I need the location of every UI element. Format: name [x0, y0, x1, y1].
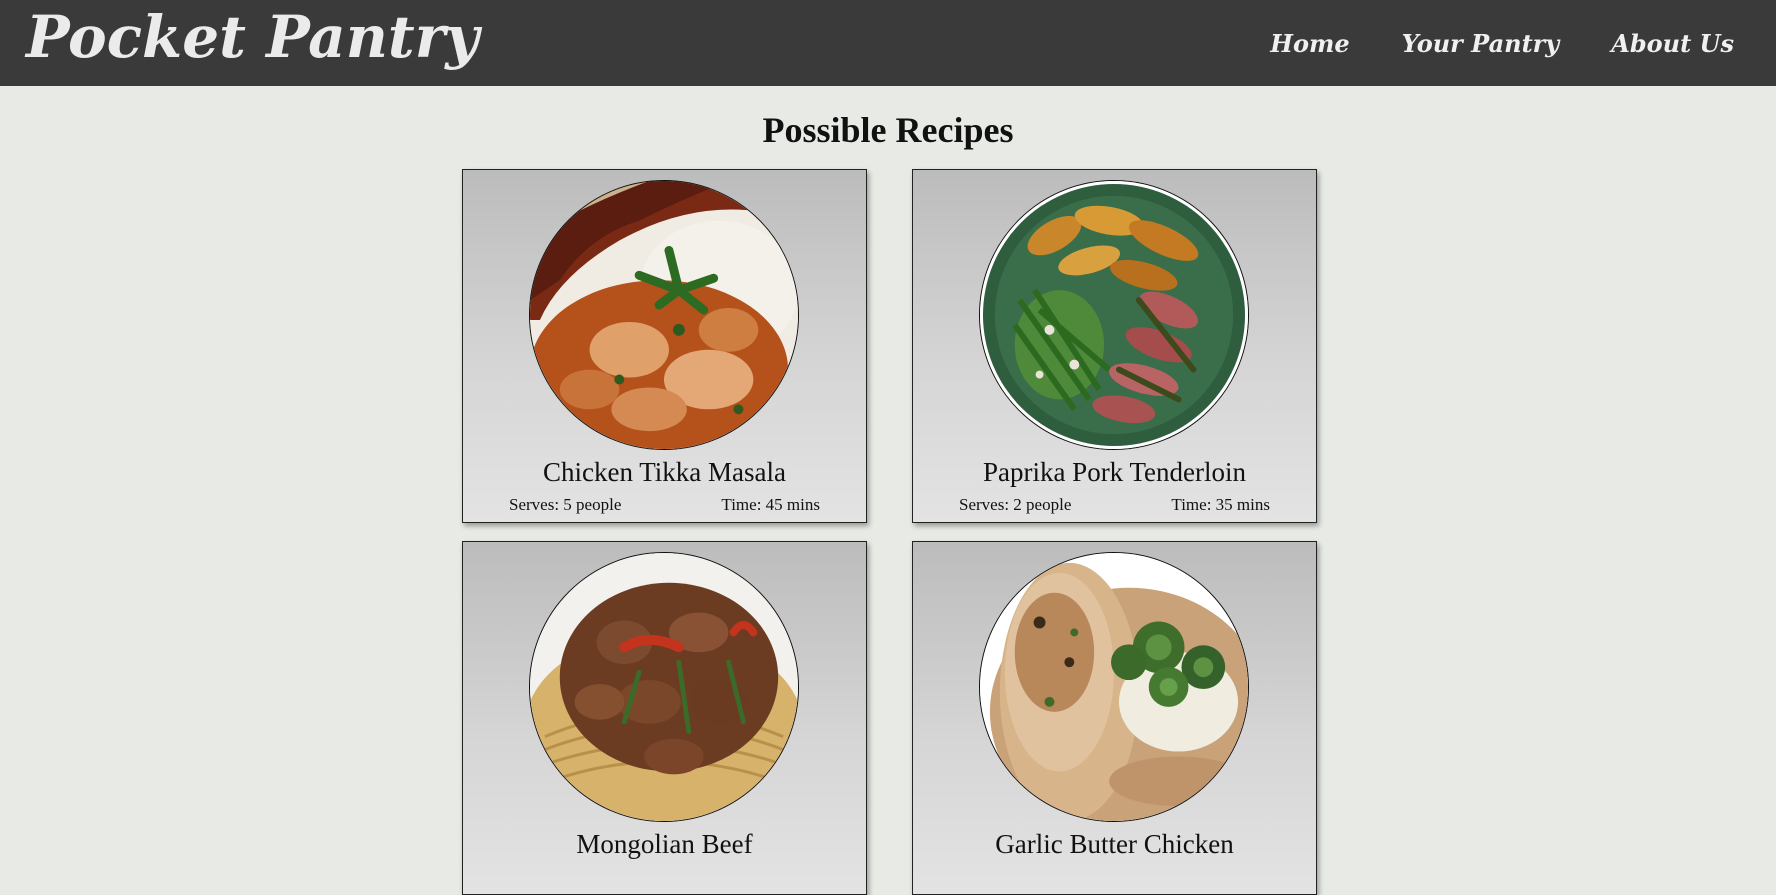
- recipe-serves: Serves: 2 people: [959, 495, 1072, 514]
- mongolian-beef-photo: [529, 552, 799, 822]
- brand-logo[interactable]: Pocket Pantry: [26, 2, 479, 72]
- page-title: Possible Recipes: [762, 110, 1014, 150]
- recipe-serves: Serves: 5 people: [509, 495, 622, 514]
- garlic-butter-chicken-photo: [979, 552, 1249, 822]
- nav-home-link[interactable]: Home: [1270, 26, 1349, 62]
- recipe-card[interactable]: Paprika Pork Tenderloin Serves: 2 people…: [912, 169, 1317, 523]
- recipe-time: Time: 35 mins: [1171, 495, 1270, 514]
- top-navbar: Pocket Pantry Home Your Pantry About Us: [0, 0, 1776, 86]
- recipe-time: Time: 45 mins: [721, 495, 820, 514]
- recipe-title: Chicken Tikka Masala: [543, 457, 786, 487]
- paprika-pork-tenderloin-photo: [979, 180, 1249, 450]
- recipe-title: Garlic Butter Chicken: [995, 829, 1234, 859]
- chicken-tikka-masala-photo: [529, 180, 799, 450]
- recipe-title: Mongolian Beef: [576, 829, 753, 859]
- recipe-card[interactable]: Mongolian Beef: [462, 541, 867, 895]
- nav-links: Home Your Pantry About Us: [1270, 26, 1734, 62]
- recipe-title: Paprika Pork Tenderloin: [982, 457, 1247, 487]
- nav-about-us-link[interactable]: About Us: [1611, 26, 1734, 62]
- recipe-card[interactable]: Garlic Butter Chicken: [912, 541, 1317, 895]
- nav-your-pantry-link[interactable]: Your Pantry: [1402, 26, 1560, 62]
- recipe-card[interactable]: Chicken Tikka Masala Serves: 5 people Ti…: [462, 169, 867, 523]
